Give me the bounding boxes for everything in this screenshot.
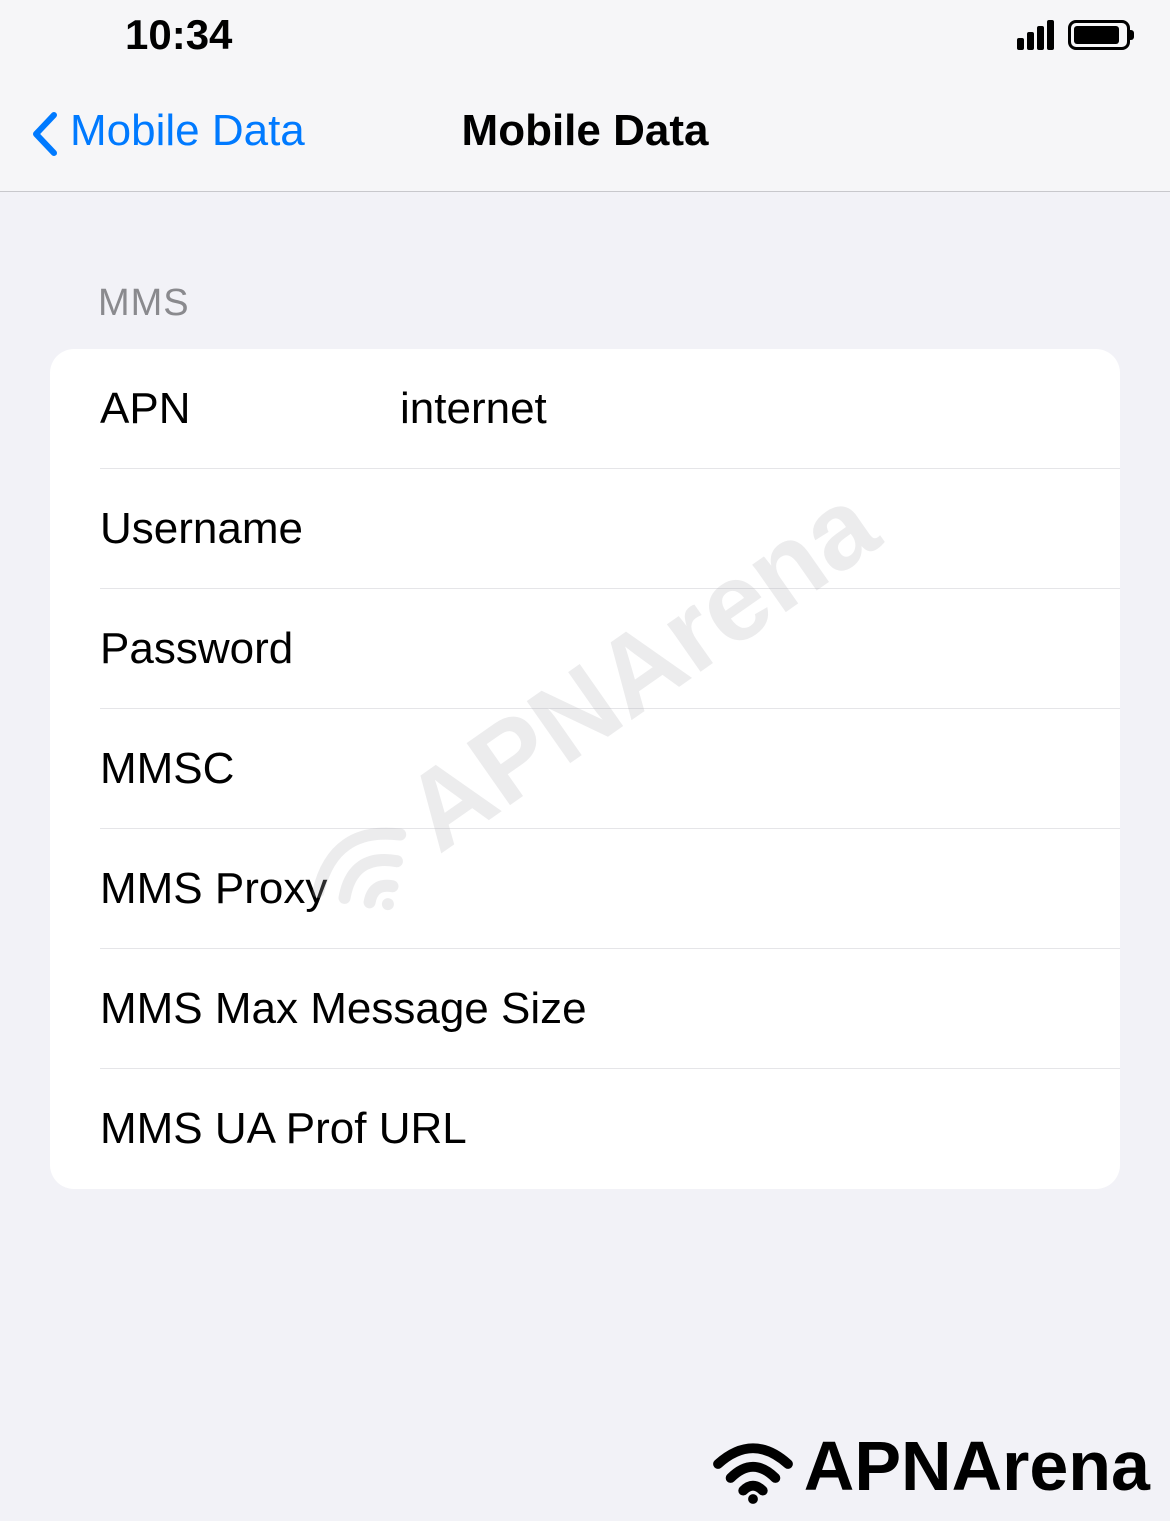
row-mms-ua-prof-url[interactable]: MMS UA Prof URL: [50, 1069, 1120, 1189]
input-password[interactable]: [400, 624, 1120, 674]
back-button[interactable]: Mobile Data: [30, 102, 305, 160]
row-apn[interactable]: APN: [50, 349, 1120, 469]
label-apn: APN: [100, 384, 400, 434]
settings-group-mms: APN Username Password MMSC MMS Proxy MMS…: [50, 349, 1120, 1189]
input-mms-max-message-size[interactable]: [587, 984, 1120, 1034]
label-mmsc: MMSC: [100, 744, 400, 794]
back-label: Mobile Data: [70, 106, 305, 156]
input-username[interactable]: [400, 504, 1120, 554]
input-apn[interactable]: [400, 384, 1120, 434]
row-mms-proxy[interactable]: MMS Proxy: [50, 829, 1120, 949]
wifi-icon: [708, 1425, 798, 1506]
status-icons: [1017, 20, 1130, 50]
input-mms-proxy[interactable]: [327, 864, 1120, 914]
content: MMS APN Username Password MMSC MMS Proxy…: [0, 192, 1170, 1189]
footer-logo-text: APNArena: [804, 1426, 1150, 1506]
row-username[interactable]: Username: [50, 469, 1120, 589]
page-title: Mobile Data: [462, 106, 709, 156]
label-password: Password: [100, 624, 400, 674]
label-mms-max-message-size: MMS Max Message Size: [100, 984, 587, 1034]
label-mms-proxy: MMS Proxy: [100, 864, 327, 914]
nav-bar: Mobile Data Mobile Data: [0, 70, 1170, 192]
section-header-mms: MMS: [50, 192, 1120, 349]
battery-icon: [1068, 20, 1130, 50]
input-mmsc[interactable]: [400, 744, 1120, 794]
signal-icon: [1017, 20, 1054, 50]
label-mms-ua-prof-url: MMS UA Prof URL: [100, 1104, 467, 1154]
row-mms-max-message-size[interactable]: MMS Max Message Size: [50, 949, 1120, 1069]
status-time: 10:34: [125, 11, 232, 59]
footer-logo: APNArena: [708, 1425, 1150, 1506]
row-password[interactable]: Password: [50, 589, 1120, 709]
status-bar: 10:34: [0, 0, 1170, 70]
input-mms-ua-prof-url[interactable]: [467, 1104, 1120, 1154]
chevron-left-icon: [30, 102, 58, 160]
label-username: Username: [100, 504, 400, 554]
row-mmsc[interactable]: MMSC: [50, 709, 1120, 829]
